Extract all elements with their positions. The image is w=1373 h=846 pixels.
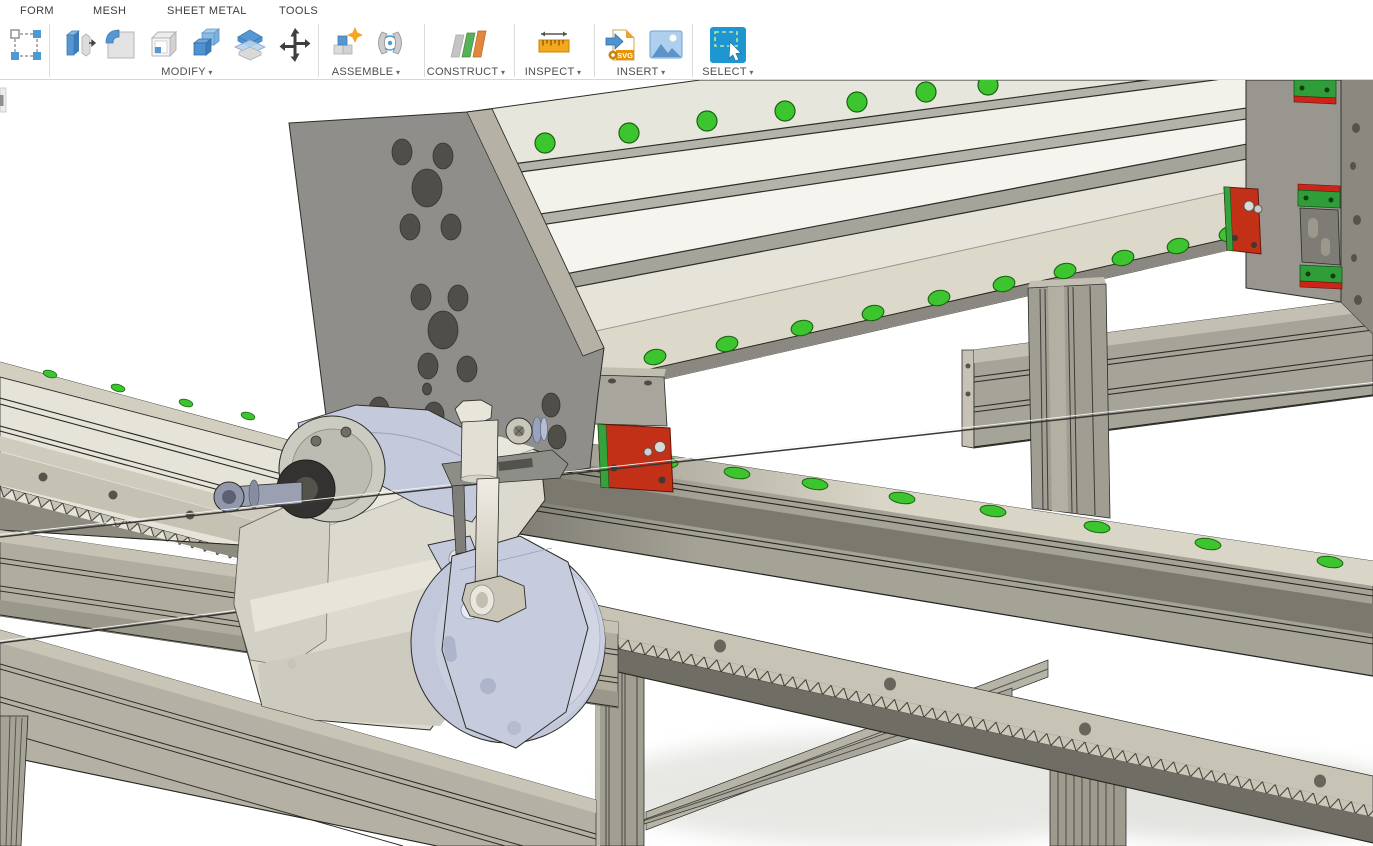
shell-tool[interactable] bbox=[144, 24, 186, 66]
construct-group-dropdown[interactable]: CONSTRUCT bbox=[427, 66, 506, 78]
split-body-tool[interactable] bbox=[229, 24, 271, 66]
insert-svg-icon: SVG bbox=[604, 25, 644, 65]
modify-group-dropdown[interactable]: MODIFY bbox=[161, 66, 212, 78]
tab-form[interactable]: FORM bbox=[20, 5, 54, 17]
z-carriage-bracket[interactable] bbox=[1300, 208, 1340, 265]
toolbar-divider bbox=[49, 24, 50, 77]
measure-tool[interactable] bbox=[533, 24, 575, 66]
new-component-icon bbox=[327, 25, 367, 65]
browser-panel-toggle[interactable] bbox=[0, 88, 6, 112]
z-rail-carriage-mid[interactable] bbox=[1298, 184, 1340, 208]
insert-group-dropdown[interactable]: INSERT bbox=[617, 66, 666, 78]
move-tool[interactable] bbox=[274, 24, 316, 66]
fusion-window: FORM MESH SHEET METAL TOOLS bbox=[0, 0, 1373, 846]
press-pull-tool[interactable] bbox=[58, 24, 100, 66]
toolbar-divider bbox=[514, 24, 515, 77]
shell-icon bbox=[145, 25, 185, 65]
measure-icon bbox=[534, 25, 574, 65]
rail-bearing-mount[interactable] bbox=[592, 367, 667, 426]
tab-mesh[interactable]: MESH bbox=[93, 5, 126, 17]
select-group-dropdown[interactable]: SELECT bbox=[702, 66, 753, 78]
joint-icon bbox=[370, 25, 410, 65]
box-select-tool[interactable] bbox=[5, 24, 47, 66]
toolbar-divider bbox=[692, 24, 693, 77]
tab-sheet-metal[interactable]: SHEET METAL bbox=[167, 5, 247, 17]
insert-svg-tool[interactable]: SVG bbox=[603, 24, 645, 66]
gantry-rail-end-block[interactable] bbox=[1224, 187, 1262, 254]
select-tool[interactable] bbox=[707, 24, 749, 66]
svg-text:SVG: SVG bbox=[617, 51, 633, 60]
viewport-3d[interactable] bbox=[0, 0, 1373, 846]
assemble-group-dropdown[interactable]: ASSEMBLE bbox=[332, 66, 401, 78]
frame-post-right[interactable] bbox=[1028, 277, 1110, 518]
combine-tool[interactable] bbox=[185, 24, 227, 66]
canvas-tool[interactable] bbox=[645, 24, 687, 66]
fillet-icon bbox=[101, 25, 141, 65]
main-toolbar: FORM MESH SHEET METAL TOOLS bbox=[0, 0, 1373, 80]
joint-tool[interactable] bbox=[369, 24, 411, 66]
canvas-icon bbox=[646, 25, 686, 65]
tab-tools[interactable]: TOOLS bbox=[279, 5, 318, 17]
fillet-tool[interactable] bbox=[100, 24, 142, 66]
press-pull-icon bbox=[59, 25, 99, 65]
toolbar-divider bbox=[318, 24, 319, 77]
combine-icon bbox=[186, 25, 226, 65]
z-rail-carriage-bottom[interactable] bbox=[1300, 265, 1342, 289]
inspect-group-dropdown[interactable]: INSPECT bbox=[525, 66, 582, 78]
toolbar-divider bbox=[594, 24, 595, 77]
toolbar-divider bbox=[424, 24, 425, 77]
rail-bearing-block-red[interactable] bbox=[598, 424, 673, 492]
move-icon bbox=[275, 25, 315, 65]
split-body-icon bbox=[230, 25, 270, 65]
new-component-tool[interactable] bbox=[326, 24, 368, 66]
construct-plane-icon bbox=[447, 25, 487, 65]
select-window-icon bbox=[708, 25, 748, 65]
z-rail-carriage-top[interactable] bbox=[1294, 80, 1336, 104]
box-select-icon bbox=[8, 27, 44, 63]
construct-plane-tool[interactable] bbox=[446, 24, 488, 66]
